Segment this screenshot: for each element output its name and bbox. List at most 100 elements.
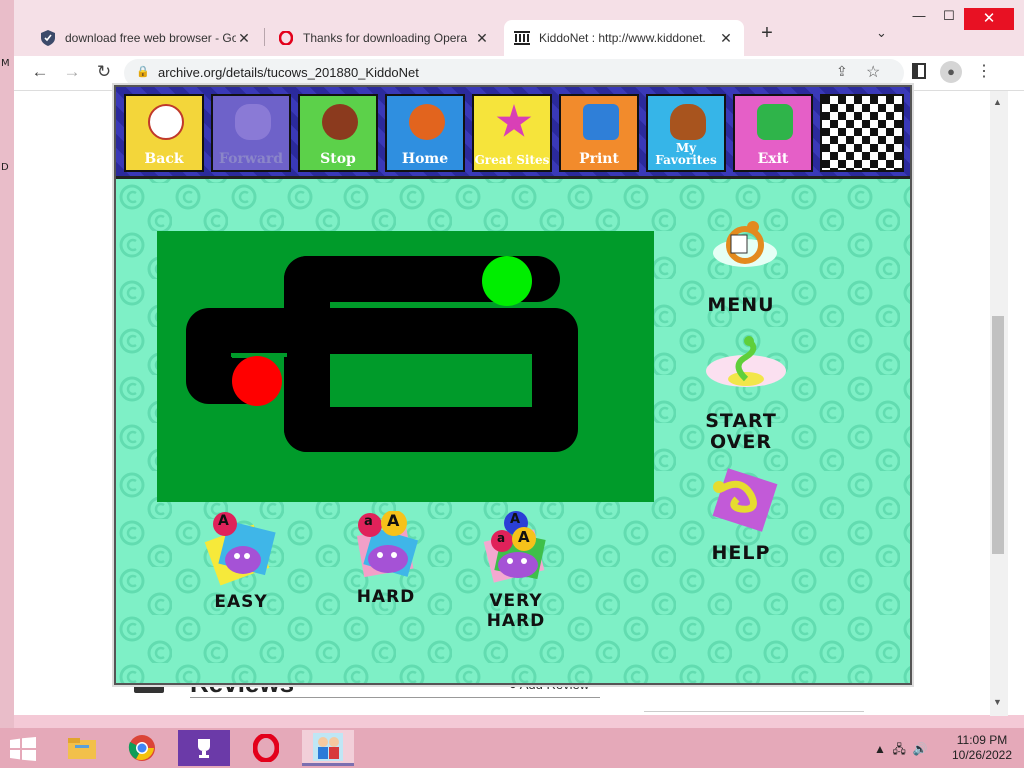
snake-head bbox=[232, 356, 282, 406]
desktop-icon-fragment: D bbox=[1, 162, 9, 173]
game-forward-label: Forward bbox=[218, 151, 284, 167]
new-tab-button[interactable]: + bbox=[754, 22, 780, 48]
scrollbar-thumb[interactable] bbox=[992, 316, 1004, 554]
file-explorer-icon[interactable] bbox=[56, 730, 108, 766]
lock-icon: 🔒 bbox=[136, 66, 150, 78]
system-tray[interactable]: ▲ 🖧 🔊 bbox=[874, 740, 928, 761]
game-print-button[interactable]: Print bbox=[559, 94, 639, 172]
baseball-icon bbox=[148, 104, 184, 140]
desktop-strip: M D bbox=[0, 0, 14, 728]
tab-divider bbox=[264, 28, 265, 46]
address-bar[interactable]: 🔒 archive.org/details/tucows_201880_Kidd… bbox=[124, 59, 904, 87]
desktop-icon-fragment: M bbox=[1, 58, 10, 69]
archive-icon bbox=[514, 30, 530, 46]
divider bbox=[190, 697, 600, 698]
hard-label: HARD bbox=[356, 587, 416, 607]
profile-avatar[interactable]: ● bbox=[940, 61, 962, 83]
tab-opera[interactable]: Thanks for downloading Opera ✕ bbox=[268, 20, 500, 56]
tab-strip: download free web browser - Go ✕ Thanks … bbox=[14, 0, 1024, 56]
scroll-up-arrow[interactable]: ▲ bbox=[993, 97, 1002, 107]
windows-start-icon[interactable] bbox=[10, 737, 36, 761]
snake-help-icon bbox=[701, 467, 781, 541]
balloon-letter: A bbox=[387, 511, 401, 530]
goal-dot bbox=[482, 256, 532, 306]
forward-button[interactable]: → bbox=[60, 61, 84, 85]
shield-icon bbox=[40, 30, 56, 46]
balloon-letter: a bbox=[364, 514, 374, 529]
share-icon[interactable]: ⇪ bbox=[836, 63, 848, 80]
easy-label: EASY bbox=[214, 592, 268, 612]
balloon-letter: a bbox=[497, 531, 507, 545]
game-exit-label: Exit bbox=[757, 151, 789, 167]
star-icon bbox=[496, 104, 532, 137]
tab-close-button[interactable]: ✕ bbox=[236, 30, 252, 47]
baseball-glove-icon bbox=[322, 104, 358, 140]
balloon-letter: A bbox=[518, 528, 531, 546]
maximize-button[interactable]: ☐ bbox=[934, 8, 964, 30]
kiddonet-game-window: Back Forward Stop Home Great Sites Print… bbox=[114, 85, 912, 685]
maze-playfield[interactable] bbox=[157, 231, 654, 502]
minimize-button[interactable]: — bbox=[904, 8, 934, 30]
tab-search-button[interactable]: ⌄ bbox=[876, 25, 887, 41]
printer-icon bbox=[583, 104, 619, 140]
game-favorites-label: My Favorites bbox=[655, 141, 717, 167]
balloon-letter: A bbox=[218, 513, 230, 529]
very-hard-label: VERY HARD bbox=[486, 591, 546, 631]
hamster-icon bbox=[409, 104, 445, 140]
game-stop-label: Stop bbox=[320, 151, 356, 167]
game-great-sites-label: Great Sites bbox=[474, 153, 550, 167]
scroll-down-arrow[interactable]: ▼ bbox=[993, 697, 1002, 707]
side-panel-icon[interactable] bbox=[912, 63, 926, 79]
racetrack-scene[interactable] bbox=[820, 94, 904, 172]
opera-taskbar-icon[interactable] bbox=[240, 730, 292, 766]
hard-level-button[interactable]: a A HARD bbox=[331, 510, 441, 607]
help-button[interactable]: HELP bbox=[696, 467, 786, 564]
kiddonet-taskbar-icon[interactable] bbox=[302, 730, 354, 766]
tab-close-button[interactable]: ✕ bbox=[718, 30, 734, 47]
taskbar: ▲ 🖧 🔊 11:09 PM 10/26/2022 bbox=[0, 728, 1024, 768]
game-toolbar: Back Forward Stop Home Great Sites Print… bbox=[116, 87, 910, 179]
monster-three-balloon-icon: A a A bbox=[476, 511, 556, 585]
help-label: HELP bbox=[711, 542, 771, 564]
tab-title: download free web browser - Go bbox=[65, 31, 236, 45]
coiled-snake-icon bbox=[701, 335, 786, 409]
taskbar-clock[interactable]: 11:09 PM 10/26/2022 bbox=[944, 733, 1020, 763]
tab-kiddonet[interactable]: KiddoNet : http://www.kiddonet. ✕ bbox=[504, 20, 744, 56]
game-back-button[interactable]: Back bbox=[124, 94, 204, 172]
start-over-label: START OVER bbox=[705, 410, 777, 453]
very-hard-level-button[interactable]: A a A VERY HARD bbox=[461, 511, 571, 631]
football-icon bbox=[235, 104, 271, 140]
game-stop-button[interactable]: Stop bbox=[298, 94, 378, 172]
chrome-icon[interactable] bbox=[116, 730, 168, 766]
start-over-button[interactable]: START OVER bbox=[686, 335, 796, 453]
hamburger-icon bbox=[670, 104, 706, 140]
easy-level-button[interactable]: A EASY bbox=[186, 510, 296, 612]
back-button[interactable]: ← bbox=[28, 61, 52, 85]
menu-button[interactable]: MENU bbox=[691, 219, 791, 316]
game-exit-button[interactable]: Exit bbox=[733, 94, 813, 172]
snake-track bbox=[186, 256, 578, 452]
divider bbox=[644, 711, 864, 712]
clock-date: 10/26/2022 bbox=[951, 748, 1013, 762]
tab-title: Thanks for downloading Opera bbox=[303, 31, 468, 45]
tab-download-browser[interactable]: download free web browser - Go ✕ bbox=[30, 20, 262, 56]
game-forward-button[interactable]: Forward bbox=[211, 94, 291, 172]
snake-notepad-icon bbox=[701, 219, 781, 293]
opera-icon bbox=[278, 30, 294, 46]
tab-close-button[interactable]: ✕ bbox=[474, 30, 490, 47]
game-favorites-button[interactable]: My Favorites bbox=[646, 94, 726, 172]
address-text: archive.org/details/tucows_201880_KiddoN… bbox=[158, 65, 419, 80]
bookmark-star-icon[interactable]: ☆ bbox=[866, 62, 880, 82]
close-window-button[interactable]: ✕ bbox=[964, 8, 1014, 30]
game-great-sites-button[interactable]: Great Sites bbox=[472, 94, 552, 172]
game-back-label: Back bbox=[144, 151, 184, 167]
trophy-app-icon[interactable] bbox=[178, 730, 230, 766]
monster-one-balloon-icon: A bbox=[201, 510, 281, 586]
game-print-label: Print bbox=[579, 151, 619, 167]
browser-menu-icon[interactable]: ⋮ bbox=[976, 61, 992, 81]
tab-title: KiddoNet : http://www.kiddonet. bbox=[539, 31, 706, 45]
game-home-button[interactable]: Home bbox=[385, 94, 465, 172]
menu-label: MENU bbox=[707, 294, 775, 316]
reload-button[interactable]: ↻ bbox=[92, 61, 116, 85]
game-home-label: Home bbox=[401, 151, 449, 167]
